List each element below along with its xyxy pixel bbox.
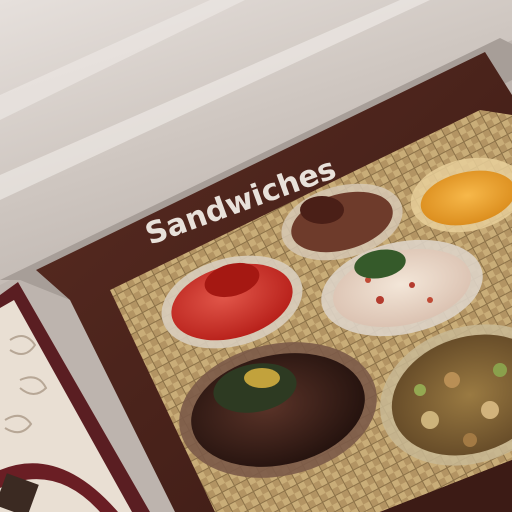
menu-photo: Sandwiches	[0, 0, 512, 512]
